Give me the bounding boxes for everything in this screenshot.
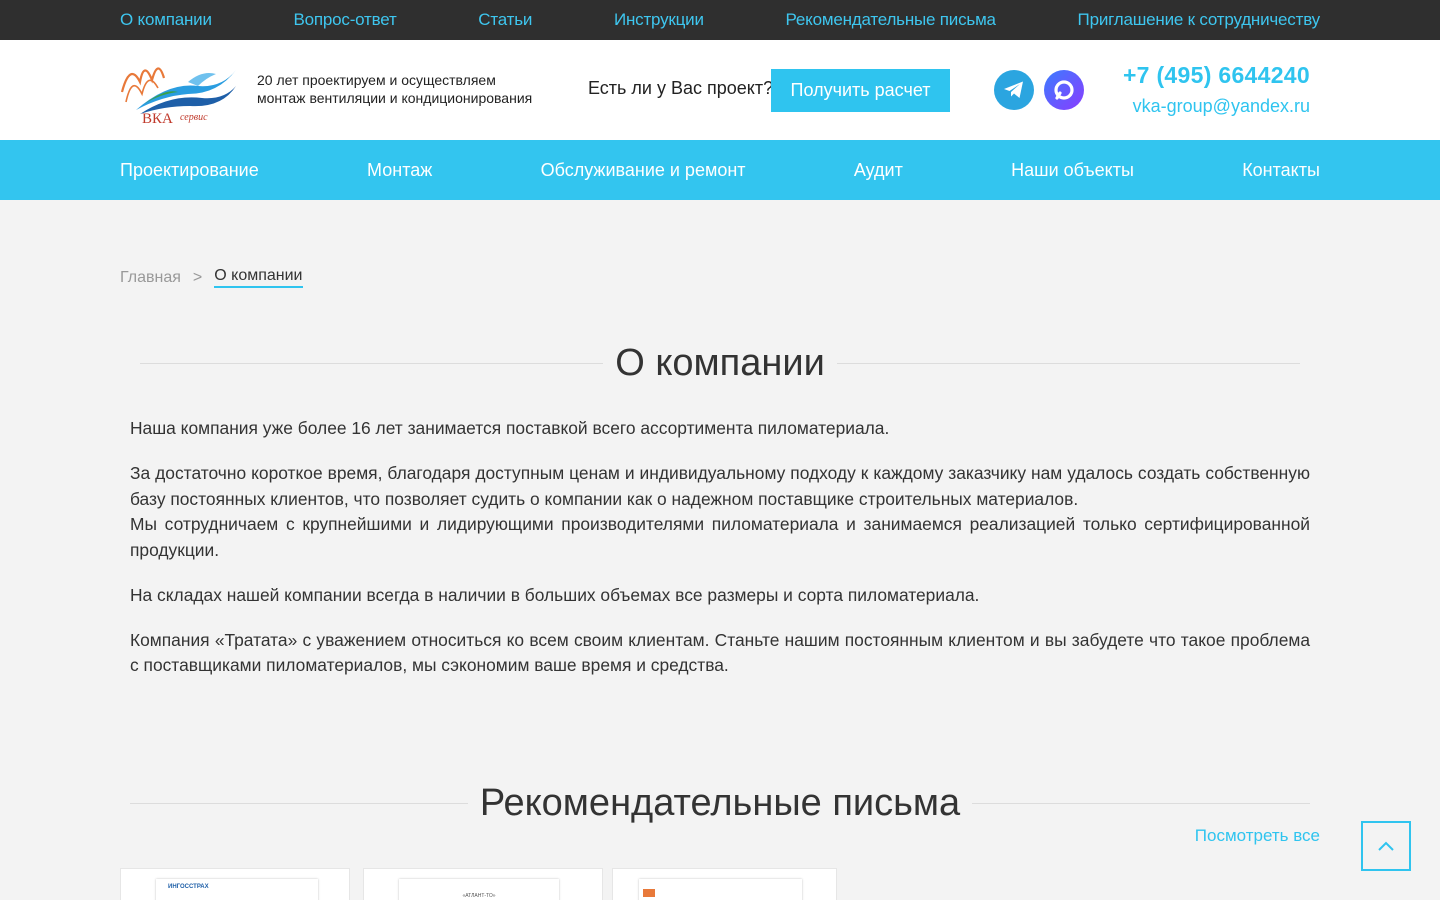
main-nav-menu: Проектирование Монтаж Обслуживание и рем… bbox=[120, 140, 1320, 200]
site-header: ВКА сервис 20 лет проектируем и осуществ… bbox=[0, 40, 1440, 140]
letter-thumbnail[interactable]: ИНГОССТРАХ bbox=[120, 868, 350, 900]
about-content: Наша компания уже более 16 лет занимаетс… bbox=[130, 416, 1310, 698]
about-paragraph-4: На складах нашей компании всегда в налич… bbox=[130, 584, 980, 605]
email-link[interactable]: vka-group@yandex.ru bbox=[1133, 96, 1310, 117]
telegram-link[interactable] bbox=[994, 70, 1034, 110]
letter-thumbnail[interactable]: «АТЛАНТ-ТО» bbox=[363, 868, 603, 900]
main-nav: Проектирование Монтаж Обслуживание и рем… bbox=[0, 140, 1440, 200]
top-bar: О компании Вопрос-ответ Статьи Инструкци… bbox=[0, 0, 1440, 40]
main-nav-audit[interactable]: Аудит bbox=[854, 160, 903, 181]
letter-thumbnail[interactable] bbox=[612, 868, 837, 900]
tagline-line-2: монтаж вентиляции и кондиционирования bbox=[257, 90, 533, 106]
get-quote-button[interactable]: Получить расчет bbox=[771, 69, 950, 112]
project-question: Есть ли у Вас проект? bbox=[588, 78, 774, 98]
breadcrumb: Главная > О компании bbox=[120, 267, 303, 288]
about-heading-row: О компании bbox=[140, 338, 1301, 388]
top-nav-cooperation[interactable]: Приглашение к сотрудничеству bbox=[1078, 10, 1321, 30]
about-paragraph-2: За достаточно короткое время, благодаря … bbox=[130, 463, 1310, 509]
letter-page bbox=[639, 879, 802, 900]
about-paragraph-1: Наша компания уже более 16 лет занимаетс… bbox=[130, 418, 890, 438]
main-nav-objects[interactable]: Наши объекты bbox=[1011, 160, 1134, 181]
scroll-to-top-button[interactable] bbox=[1361, 821, 1411, 871]
heading-divider-left bbox=[130, 802, 468, 804]
logo-subtext: сервис bbox=[180, 112, 208, 123]
telegram-icon bbox=[1004, 81, 1023, 98]
tagline-line-1: 20 лет проектируем и осуществляем bbox=[257, 72, 496, 88]
max-messenger-icon bbox=[1054, 80, 1074, 100]
page-title: О компании bbox=[615, 341, 825, 384]
tagline: 20 лет проектируем и осуществляем монтаж… bbox=[257, 71, 532, 107]
main-nav-service[interactable]: Обслуживание и ремонт bbox=[541, 160, 746, 181]
heading-divider-left bbox=[140, 362, 604, 364]
letters-heading-row: Рекомендательные письма bbox=[130, 778, 1311, 828]
breadcrumb-separator: > bbox=[192, 268, 203, 286]
breadcrumb-current: О компании bbox=[214, 267, 303, 288]
top-nav-faq[interactable]: Вопрос-ответ bbox=[294, 10, 397, 30]
top-nav-about[interactable]: О компании bbox=[120, 10, 212, 30]
chevron-up-icon bbox=[1378, 841, 1394, 851]
about-paragraph-5: Компания «Тратата» с уважением относитьс… bbox=[130, 629, 1310, 676]
see-all-link[interactable]: Посмотреть все bbox=[1195, 826, 1320, 846]
top-nav-instructions[interactable]: Инструкции bbox=[614, 10, 704, 30]
phone-link[interactable]: +7 (495) 6644240 bbox=[1123, 62, 1310, 89]
about-paragraph-3: Мы сотрудничаем с крупнейшими и лидирующ… bbox=[130, 514, 1310, 560]
main-nav-design[interactable]: Проектирование bbox=[120, 160, 259, 181]
company-logo[interactable]: ВКА сервис bbox=[118, 52, 240, 128]
top-nav-articles[interactable]: Статьи bbox=[478, 10, 532, 30]
letter-page: ИНГОССТРАХ bbox=[156, 879, 318, 900]
letter-org: «АТЛАНТ-ТО» bbox=[462, 893, 496, 899]
letters-title: Рекомендательные письма bbox=[479, 781, 961, 824]
main-nav-installation[interactable]: Монтаж bbox=[367, 160, 432, 181]
heading-divider-right bbox=[836, 362, 1301, 364]
letter-brand: ИНГОССТРАХ bbox=[168, 884, 209, 890]
top-nav-letters[interactable]: Рекомендательные письма bbox=[786, 10, 997, 30]
main-nav-contacts[interactable]: Контакты bbox=[1242, 160, 1320, 181]
logo-text: ВКА bbox=[142, 111, 173, 127]
letter-logo bbox=[643, 889, 655, 897]
breadcrumb-home[interactable]: Главная bbox=[120, 269, 181, 287]
top-nav: О компании Вопрос-ответ Статьи Инструкци… bbox=[120, 0, 1320, 40]
heading-divider-right bbox=[972, 802, 1311, 804]
letter-page: «АТЛАНТ-ТО» bbox=[399, 879, 559, 900]
max-messenger-link[interactable] bbox=[1044, 70, 1084, 110]
